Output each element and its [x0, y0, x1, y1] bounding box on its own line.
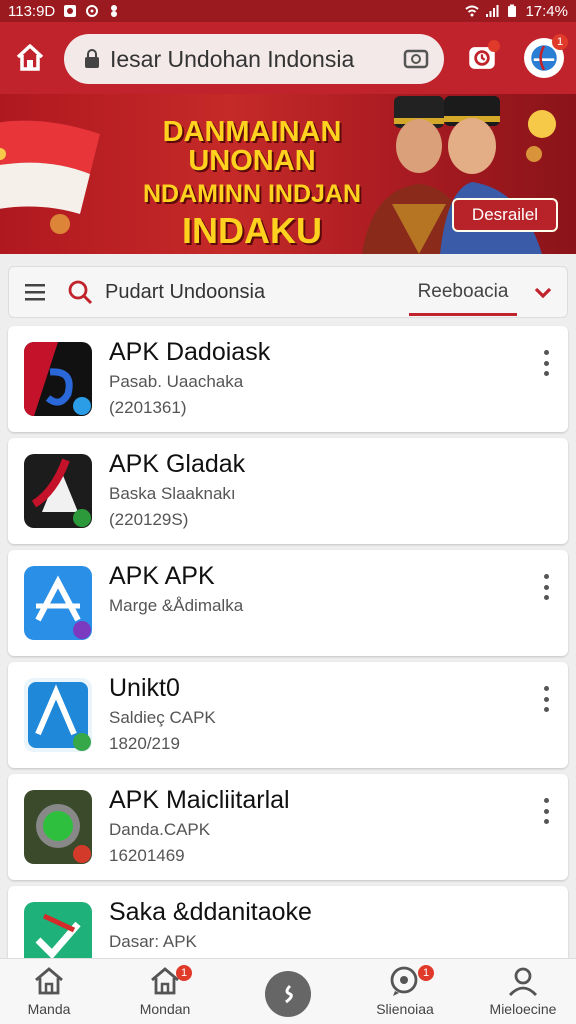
app-icon [24, 790, 92, 864]
status-bar: 113:9D 17:4% [0, 0, 576, 22]
search-query[interactable]: Pudart Undoonsia [105, 281, 403, 304]
app-bar: Iesar Undohan Indonsia 1 [0, 22, 576, 94]
wifi-icon [465, 4, 480, 18]
promo-banner[interactable]: DANMAINAN UNONAN NDAMINN INDJAN INDAKU D… [0, 94, 576, 254]
app-subtitle: Dasar: APK [109, 932, 197, 951]
notification-badge [488, 40, 500, 52]
nav-label: Manda [27, 1001, 71, 1017]
banner-line-3: INDAKU [182, 210, 322, 251]
nav-item-home[interactable]: Manda [0, 963, 104, 1023]
nav-label: Mondan [139, 1001, 191, 1017]
more-options-icon[interactable] [536, 796, 556, 826]
flag-decoration-icon [0, 120, 100, 234]
banner-cta-button[interactable]: Desrailel [452, 198, 558, 232]
url-text: Iesar Undohan Indonsia [110, 45, 355, 72]
banner-line-1: DANMAINAN UNONAN [162, 116, 342, 177]
list-item[interactable]: APK Dadoiask Pasab. Uaachaka (2201361) [8, 326, 568, 432]
account-button[interactable]: 1 [522, 34, 568, 80]
battery-icon [505, 4, 519, 18]
bottom-nav: Manda 1 Mondan 1 Slienoiaa Mieloecine [0, 958, 576, 1024]
app-name: Saka &ddanitaoke [109, 898, 312, 926]
app-meta: (220129S) [109, 510, 189, 529]
app-name: APK Dadoiask [109, 338, 271, 366]
search-icon[interactable] [67, 279, 93, 305]
url-bar[interactable]: Iesar Undohan Indonsia [64, 34, 444, 84]
app-meta: (2201361) [109, 398, 187, 417]
home-icon [35, 967, 63, 995]
app-subtitle: Pasab. Uaachaka [109, 372, 244, 391]
battery-text: 17:4% [525, 2, 568, 20]
center-action-icon [285, 984, 293, 1004]
list-item[interactable]: APK APK Marge &Ådimalka [8, 550, 568, 656]
more-options-icon[interactable] [536, 572, 556, 602]
avatar: 1 [524, 34, 568, 78]
filter-bar: Pudart Undoonsia Reeboacia [8, 266, 568, 318]
app-subtitle: Marge &Ådimalka [109, 596, 244, 615]
list-item[interactable]: Unikt0 Saldieç CAPK 1820/219 [8, 662, 568, 768]
app-icon [24, 678, 92, 752]
profile-icon [508, 967, 538, 996]
app-name: APK Maicliitarlal [109, 786, 290, 814]
app-subtitle: Baska Slaaknakı [109, 484, 236, 503]
nav-badge: 1 [418, 965, 434, 981]
notifications-button[interactable] [460, 36, 504, 80]
chat-icon [390, 966, 418, 996]
nav-label: Slienoiaa [376, 1001, 434, 1017]
lock-icon [85, 49, 99, 68]
photo-notification-icon [63, 4, 77, 18]
app-name: APK Gladak [109, 450, 246, 478]
more-options-icon[interactable] [536, 684, 556, 714]
center-action-button[interactable] [265, 971, 311, 1017]
tabs-icon[interactable] [402, 47, 430, 71]
banner-title: DANMAINAN UNONAN NDAMINN INDJAN INDAKU [112, 118, 392, 249]
app-subtitle: Danda.CAPK [109, 820, 211, 839]
sort-label: Reeboacia [417, 281, 509, 302]
app-subtitle: Saldieç CAPK [109, 708, 216, 727]
home-button[interactable] [10, 38, 50, 78]
app-notification-icon [107, 4, 121, 18]
nav-label: Mieloecine [489, 1001, 557, 1017]
app-name: APK APK [109, 562, 215, 590]
nav-badge: 1 [176, 965, 192, 981]
menu-icon[interactable] [23, 282, 49, 302]
nav-item-profile[interactable]: Mieloecine [468, 963, 576, 1023]
signal-icon [485, 4, 499, 18]
list-item[interactable]: APK Maicliitarlal Danda.CAPK 16201469 [8, 774, 568, 880]
sort-tab[interactable]: Reeboacia [403, 266, 523, 318]
nav-item-store[interactable]: 1 Mondan [110, 963, 220, 1023]
app-icon [24, 566, 92, 640]
status-time: 113:9D [8, 2, 56, 20]
more-options-icon[interactable] [536, 348, 556, 378]
app-meta: 1820/219 [109, 734, 180, 753]
banner-line-2: NDAMINN INDJAN [142, 180, 362, 208]
app-icon [24, 454, 92, 528]
chevron-down-icon[interactable] [531, 280, 555, 304]
home-icon [16, 44, 44, 71]
sync-notification-icon [85, 4, 99, 18]
app-meta: 16201469 [109, 846, 185, 865]
app-icon [24, 342, 92, 416]
account-badge: 1 [552, 34, 568, 50]
list-item[interactable]: APK Gladak Baska Slaaknakı (220129S) [8, 438, 568, 544]
nav-item-chat[interactable]: 1 Slienoiaa [350, 963, 460, 1023]
app-name: Unikt0 [109, 674, 180, 702]
